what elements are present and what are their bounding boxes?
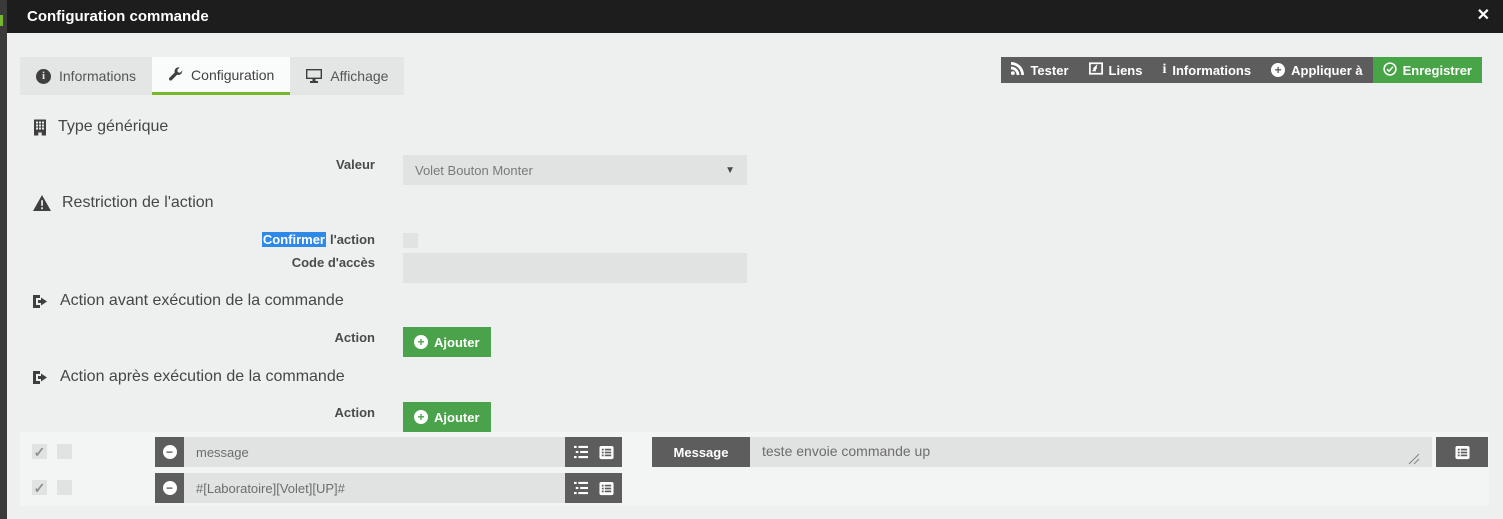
sign-out-icon bbox=[33, 294, 47, 308]
section-action-avant: Action avant exécution de la commande bbox=[33, 292, 344, 310]
dialog-title: Configuration commande bbox=[27, 8, 209, 25]
access-code-input[interactable] bbox=[403, 253, 747, 283]
row-enabled-checkbox[interactable]: ✓ bbox=[32, 444, 47, 459]
tab-label: Configuration bbox=[191, 66, 275, 83]
informations-button[interactable]: i Informations bbox=[1152, 57, 1262, 83]
info-icon: i bbox=[1162, 62, 1167, 77]
action-avant-label: Action bbox=[334, 330, 375, 345]
row-option-checkbox[interactable] bbox=[57, 480, 72, 495]
message-value-textarea[interactable]: teste envoie commande up bbox=[750, 437, 1432, 467]
chevron-down-icon: ▼ bbox=[725, 164, 735, 176]
section-action-apres: Action après exécution de la commande bbox=[33, 368, 345, 386]
row-option-checkbox[interactable] bbox=[57, 444, 72, 459]
check-icon: ✓ bbox=[33, 443, 46, 460]
valeur-label: Valeur bbox=[335, 157, 375, 172]
check-circle-icon bbox=[1382, 61, 1397, 79]
list-alt-icon bbox=[1454, 445, 1470, 459]
warning-icon bbox=[33, 195, 51, 211]
rss-icon bbox=[1011, 62, 1025, 78]
selected-text: Confirmer bbox=[261, 232, 326, 247]
plus-circle-icon: + bbox=[1271, 63, 1286, 77]
message-type-button[interactable]: Message bbox=[652, 437, 750, 467]
building-icon bbox=[34, 119, 46, 135]
button-label: Tester bbox=[1030, 62, 1069, 78]
tab-label: Affichage bbox=[330, 68, 389, 84]
section-restriction: Restriction de l'action bbox=[33, 194, 214, 212]
tab-informations[interactable]: i Informations bbox=[20, 57, 153, 95]
plus-circle-icon: + bbox=[414, 410, 428, 424]
button-label: Informations bbox=[1172, 62, 1252, 78]
info-circle-icon: i bbox=[36, 68, 51, 84]
dialog-titlebar: Configuration commande ✕ bbox=[0, 0, 1503, 33]
tab-configuration[interactable]: Configuration bbox=[152, 57, 291, 95]
action-command-input[interactable] bbox=[184, 473, 565, 503]
section-type-generique: Type générique bbox=[33, 118, 168, 136]
section-title: Type générique bbox=[58, 118, 169, 135]
button-label: Ajouter bbox=[434, 334, 480, 350]
remove-action-button[interactable]: − bbox=[155, 473, 184, 503]
row-tools bbox=[565, 437, 622, 467]
list-alt-icon[interactable] bbox=[598, 445, 614, 460]
minus-circle-icon: − bbox=[162, 445, 177, 459]
monitor-icon bbox=[306, 69, 323, 83]
plus-circle-icon: + bbox=[414, 335, 428, 349]
button-label: Ajouter bbox=[434, 409, 480, 425]
confirm-action-label: Confirmer l'action bbox=[145, 232, 375, 248]
action-apres-label: Action bbox=[334, 405, 375, 420]
tab-label: Informations bbox=[59, 68, 137, 84]
message-list-button[interactable] bbox=[1436, 437, 1488, 467]
command-toolbar: Tester Liens i Informations + Appliquer … bbox=[1001, 57, 1482, 83]
button-label: Enregistrer bbox=[1402, 62, 1472, 78]
left-edge-accent bbox=[0, 15, 3, 26]
close-icon[interactable]: ✕ bbox=[1477, 5, 1490, 25]
left-edge-strip bbox=[0, 0, 7, 519]
tab-affichage[interactable]: Affichage bbox=[290, 57, 405, 95]
generic-type-select[interactable]: Volet Bouton Monter ▼ bbox=[403, 155, 747, 185]
row-tools bbox=[565, 473, 622, 503]
tasks-list-icon[interactable] bbox=[573, 481, 588, 495]
add-action-before-button[interactable]: + Ajouter bbox=[403, 327, 491, 357]
tester-button[interactable]: Tester bbox=[1001, 57, 1079, 83]
liens-button[interactable]: Liens bbox=[1078, 57, 1153, 83]
enregistrer-button[interactable]: Enregistrer bbox=[1372, 57, 1482, 83]
action-command-input[interactable] bbox=[184, 437, 565, 467]
confirm-action-checkbox[interactable] bbox=[403, 233, 418, 248]
tab-bar: i Informations Configuration Affichage bbox=[20, 57, 405, 95]
select-value: Volet Bouton Monter bbox=[415, 162, 533, 178]
row-enabled-checkbox[interactable]: ✓ bbox=[32, 480, 47, 495]
section-title: Action avant exécution de la commande bbox=[60, 292, 344, 309]
section-title: Restriction de l'action bbox=[62, 194, 214, 211]
appliquer-a-button[interactable]: + Appliquer à bbox=[1261, 57, 1373, 83]
check-icon: ✓ bbox=[33, 479, 46, 496]
add-action-after-button[interactable]: + Ajouter bbox=[403, 402, 491, 432]
button-label: Liens bbox=[1108, 62, 1143, 78]
remove-action-button[interactable]: − bbox=[155, 437, 184, 467]
button-label: Appliquer à bbox=[1291, 62, 1363, 78]
list-alt-icon[interactable] bbox=[598, 481, 614, 496]
access-code-label: Code d'accès bbox=[291, 255, 375, 270]
wrench-icon bbox=[168, 67, 183, 82]
label-text: l'action bbox=[330, 232, 375, 247]
tasks-list-icon[interactable] bbox=[573, 445, 588, 459]
section-title: Action après exécution de la commande bbox=[60, 368, 345, 385]
sign-out-icon bbox=[33, 370, 47, 384]
minus-circle-icon: − bbox=[162, 481, 177, 495]
frame-link-icon bbox=[1088, 62, 1103, 78]
